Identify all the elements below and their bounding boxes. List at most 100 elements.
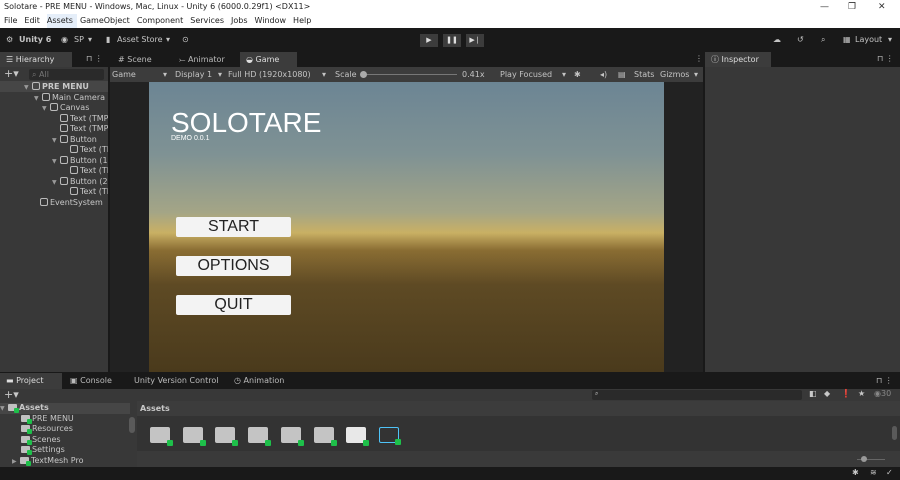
account-button[interactable]: SP (74, 34, 84, 46)
hierarchy-item[interactable]: Text (TMP) (0, 165, 108, 176)
menu-file[interactable]: File (4, 14, 21, 28)
icon-size-slider-thumb[interactable] (861, 456, 867, 462)
hierarchy-item[interactable]: Text (TMP) (0, 144, 108, 155)
tab-animator[interactable]: ⤚ Animator (173, 52, 239, 67)
close-button[interactable]: ✕ (878, 0, 886, 14)
options-button[interactable]: OPTIONS (176, 256, 291, 276)
lock-icon[interactable]: ⊓ ⋮ (876, 376, 893, 385)
tree-item[interactable]: ▶ TextMesh Pro (12, 456, 83, 467)
filter-type-icon[interactable]: ◧ (809, 389, 817, 398)
expand-arrow-icon[interactable]: ▼ (52, 135, 60, 145)
folder-icon[interactable] (150, 427, 173, 446)
cloud-settings-icon[interactable]: ⊙ (182, 34, 189, 46)
play-button[interactable]: ▶ (420, 34, 438, 47)
hidden-count[interactable]: ◉30 (874, 389, 891, 398)
lock-icon[interactable]: ⊓ ⋮ (877, 54, 894, 63)
label-icon[interactable]: ◆ (824, 389, 830, 398)
menu-component[interactable]: Component (137, 14, 187, 28)
project-search-input[interactable]: ⌕ (592, 390, 802, 400)
tree-item[interactable]: Settings (21, 445, 65, 456)
expand-arrow-icon[interactable]: ▼ (52, 177, 60, 187)
maximize-button[interactable]: ❐ (848, 0, 856, 14)
hierarchy-item[interactable]: ▼ Button (2) (0, 176, 108, 187)
keyboard-icon[interactable]: ▤ (618, 67, 626, 82)
expand-arrow-icon[interactable]: ▼ (42, 103, 50, 113)
folder-icon[interactable] (281, 427, 304, 446)
folder-icon[interactable] (215, 427, 238, 446)
add-button[interactable]: +▾ (4, 68, 19, 80)
folder-icon[interactable] (314, 427, 337, 446)
scale-slider-thumb[interactable] (360, 71, 367, 78)
audio-icon[interactable]: ◂) (600, 67, 607, 82)
expand-arrow-icon[interactable]: ▶ (12, 457, 20, 468)
tree-item-assets[interactable]: ▼ Assets (0, 403, 130, 414)
unity-version-button[interactable]: Unity 6 (19, 34, 51, 46)
tab-scene[interactable]: # Scene (112, 52, 172, 67)
quit-button[interactable]: QUIT (176, 295, 291, 315)
tab-hierarchy[interactable]: ☰ Hierarchy (0, 52, 72, 67)
tree-item[interactable]: Resources (21, 424, 73, 435)
expand-arrow-icon[interactable]: ▼ (34, 93, 42, 103)
tab-version-control[interactable]: Unity Version Control (128, 373, 218, 388)
warning-icon[interactable]: ❗ (841, 389, 851, 398)
tab-project[interactable]: ▬ Project (0, 373, 62, 389)
check-icon[interactable]: ✓ (886, 468, 893, 477)
menu-assets[interactable]: Assets (46, 14, 77, 28)
start-button[interactable]: START (176, 217, 291, 237)
scale-slider[interactable] (363, 74, 457, 75)
cache-icon[interactable]: ≋ (870, 468, 877, 477)
hierarchy-item[interactable]: ▼ Button (0, 134, 108, 145)
debug-icon[interactable]: ✱ (852, 468, 859, 477)
hierarchy-item[interactable]: ▼ Canvas (0, 102, 108, 113)
resolution-dropdown[interactable]: Full HD (1920x1080) (228, 67, 311, 82)
tree-item[interactable]: PRE MENU (21, 414, 74, 425)
hierarchy-search-input[interactable]: ⌕ All (29, 69, 104, 80)
step-button[interactable]: ▶❘ (466, 34, 484, 47)
tab-console[interactable]: ▣ Console (64, 373, 112, 388)
cloud-icon[interactable]: ☁ (773, 34, 781, 46)
expand-arrow-icon[interactable]: ▼ (24, 82, 32, 92)
tree-scrollbar[interactable] (129, 417, 135, 433)
history-icon[interactable]: ↺ (797, 34, 804, 46)
hierarchy-item[interactable]: ▼ Button (1) (0, 155, 108, 166)
add-button[interactable]: +▾ (4, 388, 19, 401)
folder-icon[interactable] (248, 427, 271, 446)
play-focused-dropdown[interactable]: Play Focused (500, 67, 552, 82)
hierarchy-item[interactable]: ▼ Main Camera (0, 92, 108, 103)
hierarchy-item[interactable]: Text (TMP) (0, 186, 108, 197)
menu-jobs[interactable]: Jobs (231, 14, 252, 28)
scene-asset-icon[interactable] (346, 427, 369, 446)
menu-window[interactable]: Window (255, 14, 291, 28)
hierarchy-scene-row[interactable]: ▼ PRE MENU (0, 81, 108, 92)
search-icon[interactable]: ⌕ (821, 34, 825, 46)
tree-item[interactable]: Scenes (21, 435, 61, 446)
hierarchy-item[interactable]: Text (TMP) (0, 123, 108, 134)
assets-scrollbar[interactable] (892, 426, 897, 440)
favorite-icon[interactable]: ★ (858, 389, 865, 398)
tree-label: Scenes (32, 434, 61, 444)
minimize-button[interactable]: — (820, 0, 829, 14)
menu-gameobject[interactable]: GameObject (80, 14, 134, 28)
lock-icon[interactable]: ⊓ ⋮ (86, 54, 103, 63)
game-mode-dropdown[interactable]: Game (112, 67, 136, 82)
stats-button[interactable]: Stats (634, 67, 654, 82)
pause-button[interactable]: ❚❚ (443, 34, 461, 47)
expand-arrow-icon[interactable]: ▼ (0, 404, 8, 415)
hierarchy-item[interactable]: EventSystem (0, 197, 108, 208)
bug-icon[interactable]: ✱ (574, 67, 581, 82)
asset-store-button[interactable]: Asset Store (117, 34, 163, 46)
folder-icon[interactable] (183, 427, 206, 446)
layout-dropdown[interactable]: Layout (855, 34, 882, 46)
gizmos-button[interactable]: Gizmos (660, 67, 689, 82)
tab-animation[interactable]: ◷ Animation (228, 373, 284, 388)
more-icon[interactable]: ⋮ (695, 54, 703, 63)
tab-inspector[interactable]: ⓘ Inspector (705, 52, 771, 67)
hierarchy-item[interactable]: Text (TMP) (0, 113, 108, 124)
tab-game[interactable]: ◒ Game (240, 52, 297, 67)
display-dropdown[interactable]: Display 1 (175, 67, 212, 82)
menu-services[interactable]: Services (190, 14, 228, 28)
menu-edit[interactable]: Edit (24, 14, 44, 28)
expand-arrow-icon[interactable]: ▼ (52, 156, 60, 166)
menu-help[interactable]: Help (293, 14, 315, 28)
script-asset-icon[interactable] (379, 427, 401, 445)
